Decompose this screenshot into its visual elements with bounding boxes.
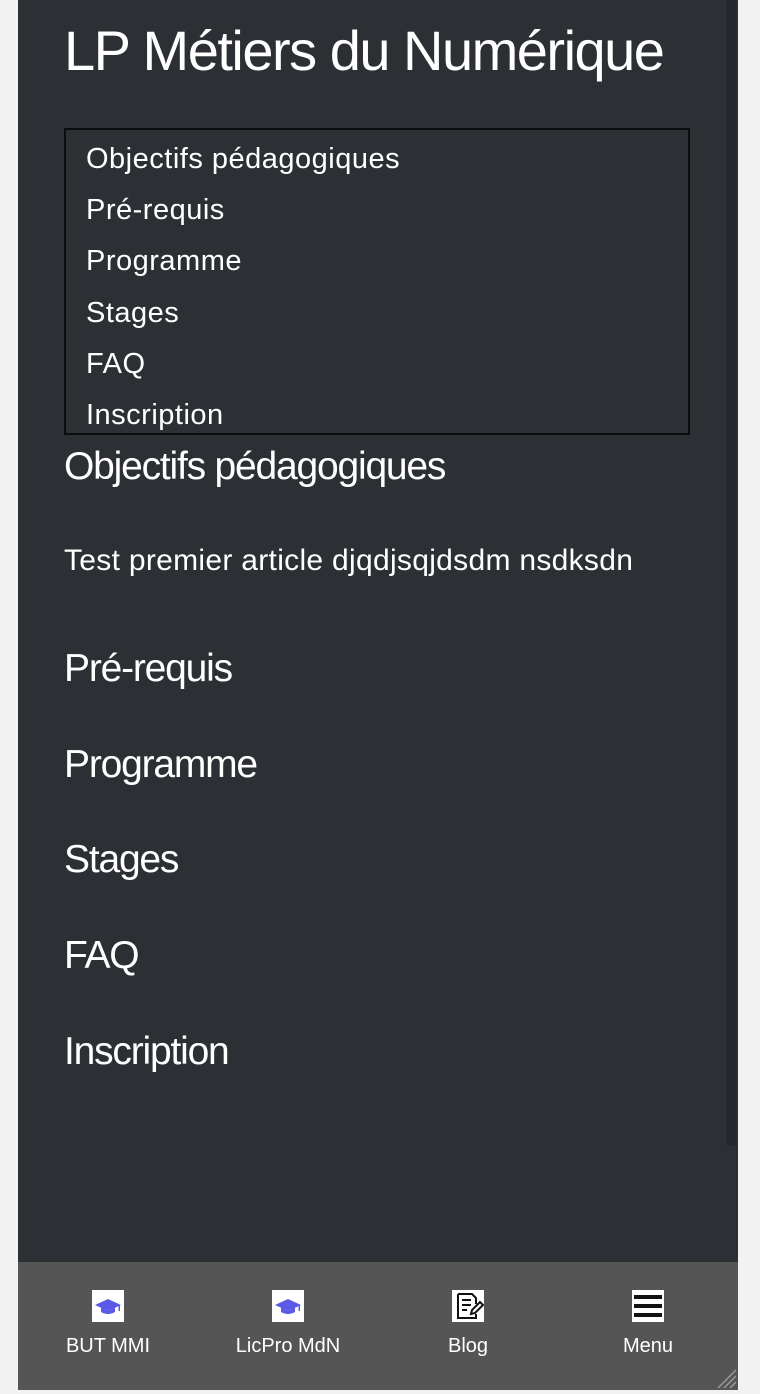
toc-link-stages[interactable]: Stages [86, 296, 179, 330]
scrollbar-thumb[interactable] [726, 0, 736, 1146]
resize-grip-icon[interactable] [712, 1364, 737, 1389]
nav-item-blog[interactable]: Blog [378, 1290, 558, 1358]
section-heading-prerequis: Pré-requis [64, 647, 233, 690]
nav-label-but-mmi: BUT MMI [65, 1335, 151, 1357]
nav-label-menu: Menu [622, 1335, 674, 1357]
scrollbar-track[interactable] [722, 0, 738, 1262]
nav-label-blog: Blog [447, 1335, 489, 1357]
nav-item-but-mmi[interactable]: BUT MMI [18, 1290, 198, 1358]
bottom-navigation-bar: BUT MMI LicPro MdN Blog Menu [18, 1262, 738, 1390]
toc-link-objectifs[interactable]: Objectifs pédagogiques [86, 142, 400, 176]
section-heading-faq: FAQ [64, 934, 140, 977]
page-title: LP Métiers du Numérique [64, 19, 665, 82]
section-heading-programme: Programme [64, 743, 258, 786]
toc-link-prerequis[interactable]: Pré-requis [86, 193, 225, 227]
section-heading-objectifs: Objectifs pédagogiques [64, 445, 446, 488]
section-heading-inscription: Inscription [64, 1030, 230, 1073]
nav-item-licpro-mdn[interactable]: LicPro MdN [198, 1290, 378, 1358]
toc-link-inscription[interactable]: Inscription [86, 398, 224, 432]
blog-edit-icon [452, 1290, 484, 1322]
table-of-contents: Objectifs pédagogiques Pré-requis Progra… [64, 128, 690, 435]
toc-link-faq[interactable]: FAQ [86, 347, 146, 381]
section-heading-stages: Stages [64, 838, 179, 881]
graduation-cap-icon [92, 1290, 124, 1322]
app-frame: LP Métiers du Numérique Objectifs pédago… [18, 0, 738, 1390]
toc-link-programme[interactable]: Programme [86, 244, 242, 278]
graduation-cap-icon [272, 1290, 304, 1322]
nav-label-licpro-mdn: LicPro MdN [235, 1335, 341, 1357]
article-text: Test premier article djqdjsqjdsdm nsdksd… [64, 544, 634, 577]
hamburger-menu-icon [632, 1290, 664, 1322]
nav-item-menu[interactable]: Menu [558, 1290, 738, 1358]
